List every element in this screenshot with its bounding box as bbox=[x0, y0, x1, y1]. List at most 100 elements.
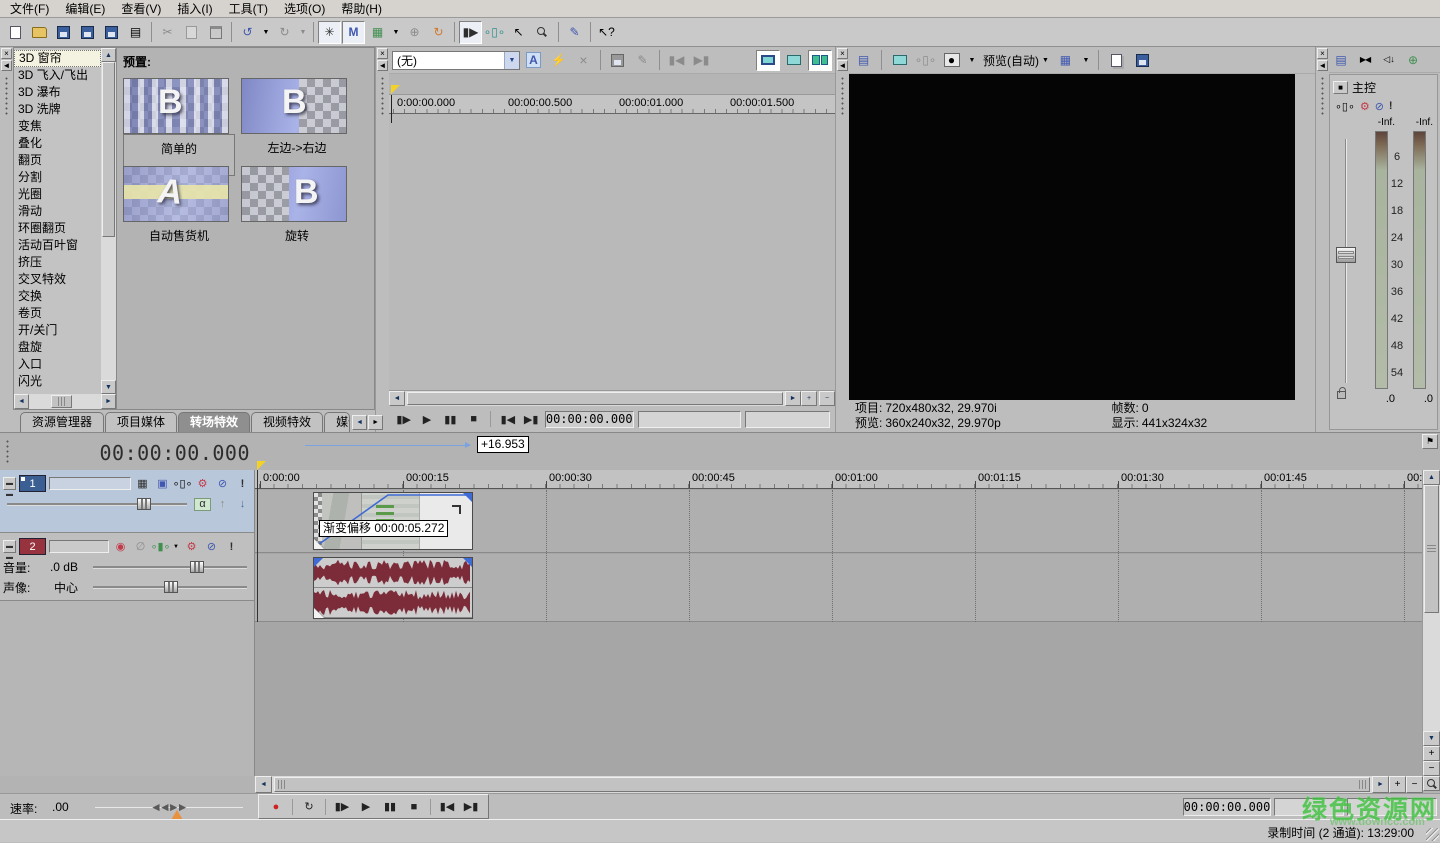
timeline-ruler[interactable]: 0:00:0000:00:1500:00:3000:00:4500:01:000… bbox=[255, 470, 1422, 489]
prev-keyframe-button[interactable]: ▮◀ bbox=[665, 49, 688, 72]
tab-item[interactable]: 资源管理器 bbox=[20, 412, 104, 432]
next-frame-button[interactable]: ▶▮ bbox=[522, 410, 541, 429]
auto-ripple-button[interactable]: ✳ bbox=[318, 21, 341, 44]
menu-item[interactable]: 插入(I) bbox=[169, 0, 220, 18]
transition-list-item[interactable]: 盘旋 bbox=[14, 339, 101, 356]
pan-value[interactable]: 中心 bbox=[42, 579, 86, 596]
normal-edit-tool-button[interactable]: ▮▶ bbox=[459, 21, 482, 44]
project-properties-button[interactable]: ▤ bbox=[852, 49, 875, 72]
slider-handle[interactable] bbox=[164, 581, 178, 593]
render-as-button[interactable] bbox=[100, 21, 123, 44]
transition-list-item[interactable]: 活动百叶窗 bbox=[14, 237, 101, 254]
preset-item[interactable]: B简单的 bbox=[123, 78, 235, 164]
paste-button[interactable] bbox=[204, 21, 227, 44]
preset-item[interactable]: B左边->右边 bbox=[241, 78, 353, 164]
volume-slider[interactable] bbox=[93, 566, 247, 569]
transition-list-scrollbar[interactable]: ▲ ▼ bbox=[101, 48, 116, 394]
paint-tool-button[interactable]: ✎ bbox=[563, 21, 586, 44]
stop-button[interactable]: ■ bbox=[403, 797, 425, 816]
save-preset-button[interactable]: ⚡ bbox=[547, 49, 570, 72]
pause-button[interactable]: ▮▮ bbox=[379, 797, 401, 816]
transition-list-item[interactable]: 滑动 bbox=[14, 203, 101, 220]
menu-item[interactable]: 查看(V) bbox=[113, 0, 169, 18]
fx-selection-length[interactable] bbox=[745, 411, 830, 428]
slider-handle[interactable] bbox=[190, 561, 204, 573]
split-screen-button[interactable]: ● bbox=[940, 49, 963, 72]
master-fader-handle[interactable] bbox=[1336, 247, 1356, 263]
tab-active[interactable]: 转场特效 bbox=[178, 412, 250, 432]
transition-list-item[interactable]: 变焦 bbox=[14, 118, 101, 135]
next-keyframe-button[interactable]: ▶▮ bbox=[690, 49, 713, 72]
marker-tool-button[interactable]: ⚑ bbox=[1422, 434, 1438, 449]
rate-value[interactable]: .00 bbox=[52, 800, 69, 814]
dock-arrow-icon[interactable]: ◄ bbox=[1317, 60, 1328, 71]
automation-gear-icon[interactable]: ⚙ bbox=[183, 539, 200, 554]
preset-item[interactable]: A自动售货机 bbox=[123, 166, 235, 252]
mixer-properties-button[interactable]: ▤ bbox=[1331, 48, 1351, 71]
playhead[interactable] bbox=[257, 470, 258, 622]
menu-item[interactable]: 编辑(E) bbox=[57, 0, 113, 18]
scroll-up-icon[interactable]: ▲ bbox=[101, 48, 116, 62]
save-frame-button[interactable] bbox=[1131, 49, 1154, 72]
copy-frame-button[interactable] bbox=[1105, 49, 1128, 72]
menu-item[interactable]: 文件(F) bbox=[2, 0, 57, 18]
transition-list-item[interactable]: 3D 飞入/飞出 bbox=[14, 67, 101, 84]
animate-button[interactable]: A bbox=[522, 49, 545, 72]
record-arm-icon[interactable]: ◉ bbox=[112, 539, 129, 554]
menu-item[interactable]: 工具(T) bbox=[221, 0, 276, 18]
undo-dropdown[interactable]: ▼ bbox=[260, 21, 272, 44]
loop-marker-icon[interactable] bbox=[391, 85, 400, 94]
save-button[interactable] bbox=[52, 21, 75, 44]
envelope-handle-icon[interactable] bbox=[314, 539, 324, 549]
track-name-field[interactable] bbox=[49, 540, 109, 553]
zoom-in-icon[interactable]: + bbox=[801, 391, 817, 406]
bus-collapse-icon[interactable]: ■ bbox=[1333, 81, 1348, 94]
transport-time-display[interactable]: 00:00:00.000 bbox=[1183, 798, 1271, 816]
lock-envelopes-button[interactable]: ⊕ bbox=[403, 21, 426, 44]
fx-chain-icon[interactable]: ∘▯∘ bbox=[1335, 100, 1355, 113]
track-header-1[interactable]: ▬▬ 1 ▦ ▣ ∘▯∘ ⚙ ⊘ ! α ↑ ↓ bbox=[0, 470, 254, 533]
zoom-tool-button[interactable] bbox=[531, 21, 554, 44]
save-as-button[interactable] bbox=[76, 21, 99, 44]
solo-icon[interactable]: ! bbox=[234, 476, 251, 491]
cursor-time-display[interactable]: 00:00:00.000 bbox=[90, 441, 250, 465]
dock-arrow-icon[interactable]: ◄ bbox=[1, 60, 12, 71]
transition-list-item[interactable]: 交换 bbox=[14, 288, 101, 305]
preset-dropdown[interactable]: (无) ▼ bbox=[392, 51, 520, 70]
envelope-handle-icon[interactable] bbox=[314, 608, 324, 618]
composite-mode-icon[interactable]: α bbox=[194, 498, 211, 511]
track-number-badge[interactable]: 2 bbox=[19, 538, 46, 555]
scroll-left-icon[interactable]: ◄ bbox=[14, 394, 29, 409]
envelope-edit-tool-button[interactable]: ∘▯∘ bbox=[483, 21, 506, 44]
track-name-field[interactable] bbox=[49, 477, 131, 490]
pan-slider[interactable] bbox=[93, 586, 247, 589]
drag-grip[interactable] bbox=[4, 76, 9, 116]
save-fx-button[interactable] bbox=[606, 49, 629, 72]
selection-tool-button[interactable]: ↖ bbox=[507, 21, 530, 44]
transition-list-item[interactable]: 3D 洗牌 bbox=[14, 101, 101, 118]
new-project-button[interactable] bbox=[4, 21, 27, 44]
properties-button[interactable]: ▤ bbox=[124, 21, 147, 44]
timeline-canvas[interactable]: 0:00:0000:00:1500:00:3000:00:4500:01:000… bbox=[255, 470, 1422, 776]
tab-scroll-left-icon[interactable]: ◄ bbox=[352, 415, 367, 430]
drag-grip[interactable] bbox=[5, 439, 10, 465]
play-from-start-button[interactable]: ▮▶ bbox=[331, 797, 353, 816]
redo-dropdown[interactable]: ▼ bbox=[297, 21, 309, 44]
dim-output-button[interactable]: ◁↓ bbox=[1379, 48, 1399, 71]
make-parent-icon[interactable]: ↑ bbox=[214, 497, 231, 512]
pause-button[interactable]: ▮▮ bbox=[441, 410, 460, 429]
menu-item[interactable]: 帮助(H) bbox=[333, 0, 390, 18]
transition-list-item[interactable]: 叠化 bbox=[14, 135, 101, 152]
drag-grip[interactable] bbox=[840, 76, 845, 116]
go-to-end-button[interactable]: ▶▮ bbox=[460, 797, 482, 816]
zoom-out-track-icon[interactable]: − bbox=[1423, 761, 1440, 776]
fade-handle-icon[interactable] bbox=[463, 558, 472, 567]
resize-grip[interactable] bbox=[1426, 828, 1439, 841]
transition-list-item[interactable]: 光圈 bbox=[14, 186, 101, 203]
volume-value[interactable]: .0 dB bbox=[42, 560, 86, 574]
downmix-button[interactable]: ▶◀ bbox=[1355, 48, 1375, 71]
transition-list-item[interactable]: 入口 bbox=[14, 356, 101, 373]
go-to-start-button[interactable]: ▮◀ bbox=[436, 797, 458, 816]
play-from-start-button[interactable]: ▮▶ bbox=[394, 410, 413, 429]
drag-grip[interactable] bbox=[1320, 76, 1325, 116]
